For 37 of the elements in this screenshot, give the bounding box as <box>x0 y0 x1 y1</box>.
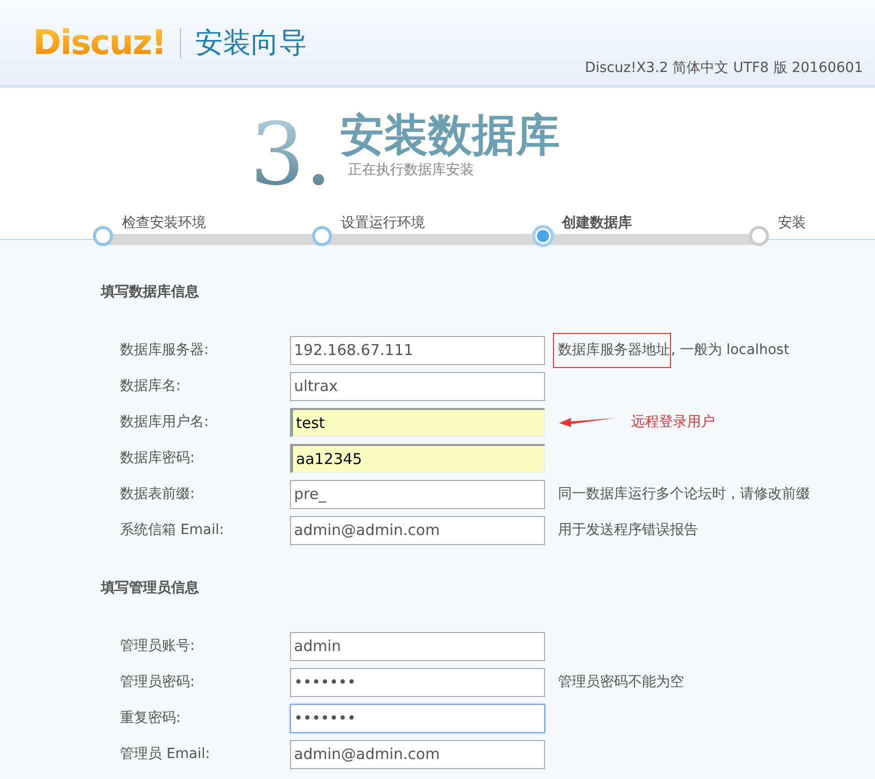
field-label: 数据库服务器: <box>120 340 210 360</box>
step-label: 设置运行环境 <box>341 214 425 233</box>
field-label: 数据库用户名: <box>120 412 210 432</box>
input-field[interactable]: 192.168.67.111 <box>290 336 545 364</box>
field-label: 系统信箱 Email: <box>120 520 226 540</box>
input-field[interactable]: pre_ <box>290 480 545 508</box>
hint-text: 同一数据库运行多个论坛时，请修改前缀 <box>558 484 810 504</box>
input-field[interactable]: ••••••• <box>290 668 545 696</box>
input-field[interactable]: admin <box>290 632 545 660</box>
input-field[interactable]: aa12345 <box>290 444 545 472</box>
field-label: 管理员账号: <box>120 636 196 656</box>
input-field[interactable]: admin@admin.com <box>290 740 545 768</box>
version-text: Discuz!X3.2 简体中文 UTF8 版 20160601 <box>584 59 863 78</box>
step-label: 检查安装环境 <box>122 214 206 233</box>
field-label: 管理员 Email: <box>120 744 212 764</box>
field-label: 数据表前缀: <box>120 484 196 504</box>
field-label: 重复密码: <box>120 708 182 728</box>
hint-text: , 一般为 localhost <box>671 340 790 360</box>
field-label: 数据库密码: <box>120 448 196 468</box>
highlight-box: 数据库服务器地址 <box>553 332 671 368</box>
input-field[interactable]: admin@admin.com <box>290 516 545 544</box>
input-field[interactable]: ••••••• <box>290 704 545 732</box>
input-field[interactable]: ultrax <box>290 372 545 400</box>
step-title: 安装数据库 <box>340 112 560 160</box>
step-label: 创建数据库 <box>562 214 632 233</box>
step-subtitle: 正在执行数据库安装 <box>348 161 476 180</box>
hint-text: 管理员密码不能为空 <box>558 672 684 692</box>
annotation-text: 远程登录用户 <box>631 412 715 432</box>
input-field[interactable]: test <box>290 408 545 436</box>
field-label: 管理员密码: <box>120 672 196 692</box>
arrow-icon <box>559 416 615 428</box>
hint-text: 用于发送程序错误报告 <box>558 520 698 540</box>
section-heading: 填写数据库信息 <box>101 282 200 302</box>
step-label: 安装 <box>778 214 806 233</box>
header-title: 安装向导 <box>194 28 307 56</box>
section-heading: 填写管理员信息 <box>101 579 200 598</box>
field-label: 数据库名: <box>120 376 182 396</box>
